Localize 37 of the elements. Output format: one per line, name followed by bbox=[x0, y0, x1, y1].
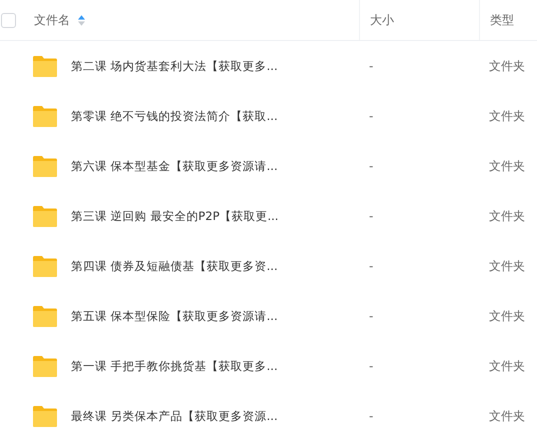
file-name[interactable]: 第二课 场内货基套利大法【获取更多... bbox=[71, 58, 278, 74]
folder-icon bbox=[33, 56, 57, 76]
folder-icon bbox=[33, 406, 57, 426]
file-type: 文件夹 bbox=[489, 408, 525, 424]
column-header[interactable]: 文件名 bbox=[34, 12, 70, 28]
file-type: 文件夹 bbox=[489, 358, 525, 374]
column-header[interactable]: 类型 bbox=[490, 12, 514, 28]
file-name[interactable]: 第一课 手把手教你挑货基【获取更多... bbox=[71, 358, 278, 374]
file-name[interactable]: 第六课 保本型基金【获取更多资源请... bbox=[71, 158, 278, 174]
file-name[interactable]: 第三课 逆回购 最安全的P2P【获取更... bbox=[71, 208, 278, 224]
file-type: 文件夹 bbox=[489, 258, 525, 274]
file-size: - bbox=[369, 109, 374, 123]
folder-icon bbox=[33, 306, 57, 326]
file-type: 文件夹 bbox=[489, 208, 525, 224]
folder-icon bbox=[33, 206, 57, 226]
file-type: 文件夹 bbox=[489, 158, 525, 174]
folder-icon bbox=[33, 356, 57, 376]
file-type: 文件夹 bbox=[489, 58, 525, 74]
file-size: - bbox=[369, 59, 374, 73]
folder-icon bbox=[33, 256, 57, 276]
file-name[interactable]: 最终课 另类保本产品【获取更多资源... bbox=[71, 408, 278, 424]
column-header[interactable]: 大小 bbox=[370, 12, 394, 28]
file-size: - bbox=[369, 209, 374, 223]
file-size: - bbox=[369, 159, 374, 173]
file-size: - bbox=[369, 359, 374, 373]
sort-icon[interactable] bbox=[78, 14, 85, 26]
file-size: - bbox=[369, 259, 374, 273]
file-size: - bbox=[369, 309, 374, 323]
file-type: 文件夹 bbox=[489, 108, 525, 124]
file-name[interactable]: 第零课 绝不亏钱的投资法简介【获取... bbox=[71, 108, 278, 124]
select-all-checkbox[interactable] bbox=[1, 12, 16, 28]
folder-icon bbox=[33, 106, 57, 126]
file-name[interactable]: 第五课 保本型保险【获取更多资源请... bbox=[71, 308, 278, 324]
file-type: 文件夹 bbox=[489, 308, 525, 324]
file-size: - bbox=[369, 409, 374, 423]
folder-icon bbox=[33, 156, 57, 176]
file-name[interactable]: 第四课 债券及短融债基【获取更多资... bbox=[71, 258, 278, 274]
